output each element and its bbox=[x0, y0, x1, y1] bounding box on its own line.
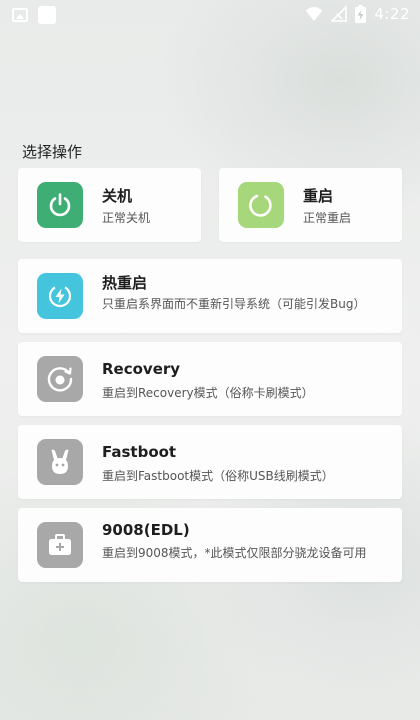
fastboot-title: Fastboot bbox=[102, 443, 177, 461]
reboot-title: 重启 bbox=[303, 187, 334, 205]
battery-charging-icon bbox=[355, 5, 367, 23]
reboot-desc: 正常重启 bbox=[303, 211, 352, 225]
edl-card[interactable]: 9008(EDL) 重启到9008模式，*此模式仅限部分骁龙设备可用 bbox=[18, 508, 402, 582]
edl-desc: 重启到9008模式，*此模式仅限部分骁龙设备可用 bbox=[102, 546, 367, 560]
power-off-desc: 正常关机 bbox=[102, 211, 151, 225]
signal-off-icon bbox=[331, 6, 348, 22]
hot-reboot-card[interactable]: 热重启 只重启系界面而不重新引导系统（可能引发Bug） bbox=[18, 259, 402, 333]
recovery-desc: 重启到Recovery模式（俗称卡刷模式） bbox=[102, 386, 314, 400]
hot-reboot-title: 热重启 bbox=[102, 274, 148, 292]
reboot-card[interactable]: 重启 正常重启 bbox=[219, 168, 402, 242]
fastboot-desc: 重启到Fastboot模式（俗称USB线刷模式） bbox=[102, 469, 334, 483]
power-off-card[interactable]: 关机 正常关机 bbox=[18, 168, 201, 242]
bolt-icon bbox=[37, 273, 83, 319]
power-off-title: 关机 bbox=[102, 187, 133, 205]
gallery-icon bbox=[12, 8, 28, 22]
power-icon bbox=[37, 182, 83, 228]
recovery-icon bbox=[37, 356, 83, 402]
refresh-icon bbox=[238, 182, 284, 228]
status-bar: 4:22 bbox=[0, 0, 420, 30]
toolbox-icon bbox=[37, 522, 83, 568]
bunny-icon bbox=[37, 439, 83, 485]
edl-title: 9008(EDL) bbox=[102, 521, 190, 539]
recovery-title: Recovery bbox=[102, 360, 181, 378]
recovery-card[interactable]: Recovery 重启到Recovery模式（俗称卡刷模式） bbox=[18, 342, 402, 416]
fastboot-card[interactable]: Fastboot 重启到Fastboot模式（俗称USB线刷模式） bbox=[18, 425, 402, 499]
wifi-icon bbox=[305, 7, 323, 21]
hot-reboot-desc: 只重启系界面而不重新引导系统（可能引发Bug） bbox=[102, 297, 366, 311]
status-time: 4:22 bbox=[374, 5, 410, 23]
section-title: 选择操作 bbox=[22, 143, 83, 161]
app-square-icon bbox=[38, 6, 56, 24]
